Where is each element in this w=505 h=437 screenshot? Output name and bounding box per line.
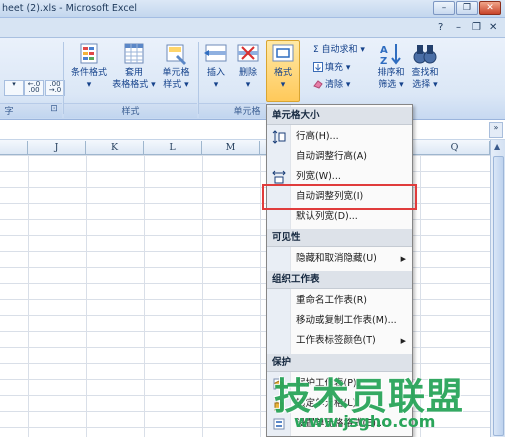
format-cells-icon bbox=[272, 44, 294, 62]
menu-item-row-height[interactable]: 行高(H)... bbox=[267, 127, 412, 147]
find-select-button[interactable]: 查找和 选择 ▾ bbox=[408, 41, 442, 91]
dropdown-arrow-icon[interactable]: ▾ bbox=[4, 80, 24, 96]
increase-decimal-button[interactable]: ←.0 .00 bbox=[24, 80, 44, 96]
clear-button[interactable]: 清除 ▾ bbox=[313, 77, 350, 90]
column-header[interactable]: K bbox=[86, 141, 144, 154]
scroll-up-icon[interactable]: ▲ bbox=[494, 142, 500, 151]
column-width-icon bbox=[272, 170, 286, 184]
insert-button[interactable]: 插入 ▾ bbox=[202, 41, 230, 91]
svg-text:Z: Z bbox=[380, 56, 387, 67]
menu-item-autofit-row-height[interactable]: 自动调整行高(A) bbox=[267, 147, 412, 167]
menu-item-default-width[interactable]: 默认列宽(D)... bbox=[267, 207, 412, 227]
submenu-arrow-icon: ▶ bbox=[400, 255, 406, 263]
table-format-button[interactable]: 套用 表格格式 ▾ bbox=[112, 41, 156, 91]
fill-button[interactable]: 填充 ▾ bbox=[313, 60, 350, 73]
eraser-icon bbox=[313, 79, 323, 89]
conditional-format-button[interactable]: 条件格式 ▾ bbox=[66, 41, 112, 91]
ribbon-minimize-button[interactable]: – bbox=[456, 22, 461, 33]
cell-style-icon bbox=[166, 44, 186, 65]
title-bar: heet (2).xls - Microsoft Excel – ❐ ✕ bbox=[0, 0, 505, 18]
grid-line bbox=[144, 155, 145, 437]
number-group-label: 字 bbox=[4, 107, 14, 117]
column-header[interactable]: J bbox=[28, 141, 86, 154]
highlight-annotation-box bbox=[262, 184, 417, 210]
submenu-arrow-icon: ▶ bbox=[400, 337, 406, 345]
close-window-button[interactable]: ✕ bbox=[479, 1, 501, 15]
binoculars-icon bbox=[413, 45, 437, 64]
grid-line bbox=[260, 155, 261, 437]
svg-text:A: A bbox=[380, 45, 388, 56]
ribbon-restore-button[interactable]: ❐ bbox=[472, 22, 481, 33]
column-header[interactable]: Q bbox=[420, 141, 490, 154]
expand-formula-bar-button[interactable]: » bbox=[489, 122, 503, 138]
menu-item-move-copy-sheet[interactable]: 移动或复制工作表(M)... bbox=[267, 311, 412, 331]
grid-line bbox=[86, 155, 87, 437]
column-header[interactable]: M bbox=[202, 141, 260, 154]
scrollbar-thumb[interactable] bbox=[493, 156, 504, 436]
column-header-row: J K L M Q bbox=[0, 140, 490, 155]
format-button[interactable]: 格式 ▾ bbox=[266, 40, 300, 102]
cells-group-label: 单元格 bbox=[233, 107, 261, 117]
cell-style-button[interactable]: 单元格 样式 ▾ bbox=[156, 41, 196, 91]
ribbon: ▾ ←.0 .00 .00 →.0 字 ⊡ 条件格式 ▾ 套用 表格格式 ▾ 单… bbox=[0, 38, 505, 120]
ribbon-close-button[interactable]: ✕ bbox=[489, 22, 497, 33]
watermark-url: www.jsgho.com bbox=[294, 412, 436, 431]
table-format-icon bbox=[124, 43, 144, 64]
delete-button[interactable]: 删除 ▾ bbox=[234, 41, 262, 91]
grid-line bbox=[28, 155, 29, 437]
launcher-icon[interactable]: ⊡ bbox=[48, 104, 60, 118]
styles-group-label: 样式 bbox=[121, 107, 140, 117]
conditional-format-icon bbox=[80, 43, 98, 64]
insert-cells-icon bbox=[204, 44, 227, 62]
sort-filter-icon: A Z bbox=[380, 44, 401, 67]
menu-item-hide-unhide[interactable]: 隐藏和取消隐藏(U) ▶ bbox=[267, 249, 412, 269]
grid-line bbox=[202, 155, 203, 437]
column-header[interactable]: L bbox=[144, 141, 202, 154]
menu-item-rename-sheet[interactable]: 重命名工作表(R) bbox=[267, 291, 412, 311]
menu-section-visibility: 可见性 bbox=[267, 229, 412, 247]
help-icon[interactable]: ? bbox=[438, 22, 443, 33]
menu-section-organize-sheets: 组织工作表 bbox=[267, 271, 412, 289]
formula-bar[interactable] bbox=[0, 121, 505, 140]
fill-icon bbox=[313, 61, 323, 72]
autosum-button[interactable]: Σ 自动求和 ▾ bbox=[313, 42, 365, 55]
window-title: heet (2).xls - Microsoft Excel bbox=[2, 3, 138, 14]
restore-button[interactable]: ❐ bbox=[456, 1, 478, 15]
decrease-decimal-button[interactable]: .00 →.0 bbox=[45, 80, 65, 96]
sort-filter-button[interactable]: A Z 排序和 筛选 ▾ bbox=[374, 41, 408, 91]
menu-item-tab-color[interactable]: 工作表标签颜色(T) ▶ bbox=[267, 331, 412, 351]
minimize-button[interactable]: – bbox=[433, 1, 455, 15]
column-header-blank bbox=[0, 141, 28, 154]
ribbon-tab-row: ? – ❐ ✕ bbox=[0, 18, 505, 38]
vertical-scrollbar[interactable]: ▲ bbox=[490, 140, 505, 437]
menu-section-cell-size: 单元格大小 bbox=[267, 107, 412, 125]
delete-cells-icon bbox=[237, 44, 259, 62]
row-height-icon bbox=[272, 130, 286, 144]
